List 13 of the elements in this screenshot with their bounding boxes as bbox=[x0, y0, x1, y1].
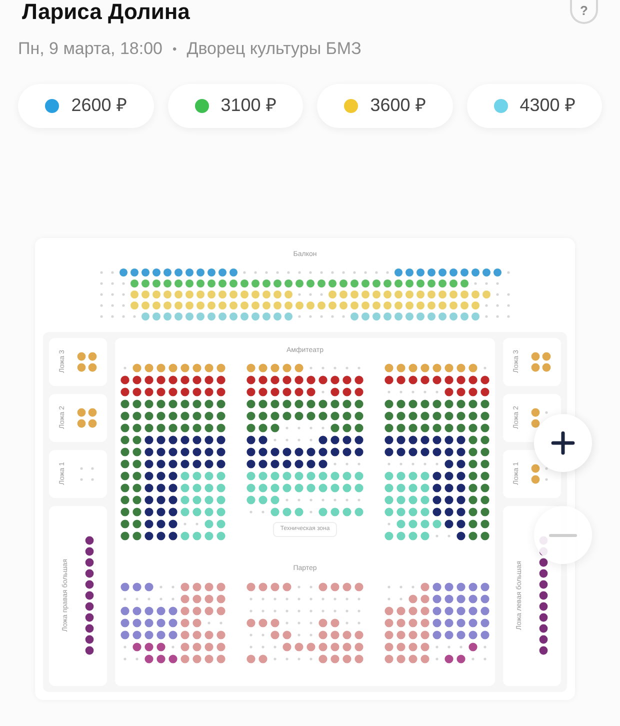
separator-dot: • bbox=[172, 40, 177, 58]
minus-icon bbox=[549, 534, 577, 536]
seat-grid-drawing bbox=[76, 406, 98, 428]
venue-name: Дворец культуры БМЗ bbox=[186, 38, 362, 60]
price-filter[interactable]: 3100 ₽ bbox=[168, 84, 303, 128]
seat-grid-drawing bbox=[76, 350, 98, 372]
help-button[interactable]: ? bbox=[570, 0, 598, 24]
seat-grid-drawing bbox=[530, 350, 552, 372]
event-title: Лариса Долина bbox=[22, 0, 190, 24]
price-filter[interactable]: 3600 ₽ bbox=[317, 84, 452, 128]
price-filter[interactable]: 2600 ₽ bbox=[18, 84, 154, 128]
price-filter[interactable]: 4300 ₽ bbox=[466, 84, 602, 128]
event-date: Пн, 9 марта, 18:00 bbox=[18, 38, 162, 60]
